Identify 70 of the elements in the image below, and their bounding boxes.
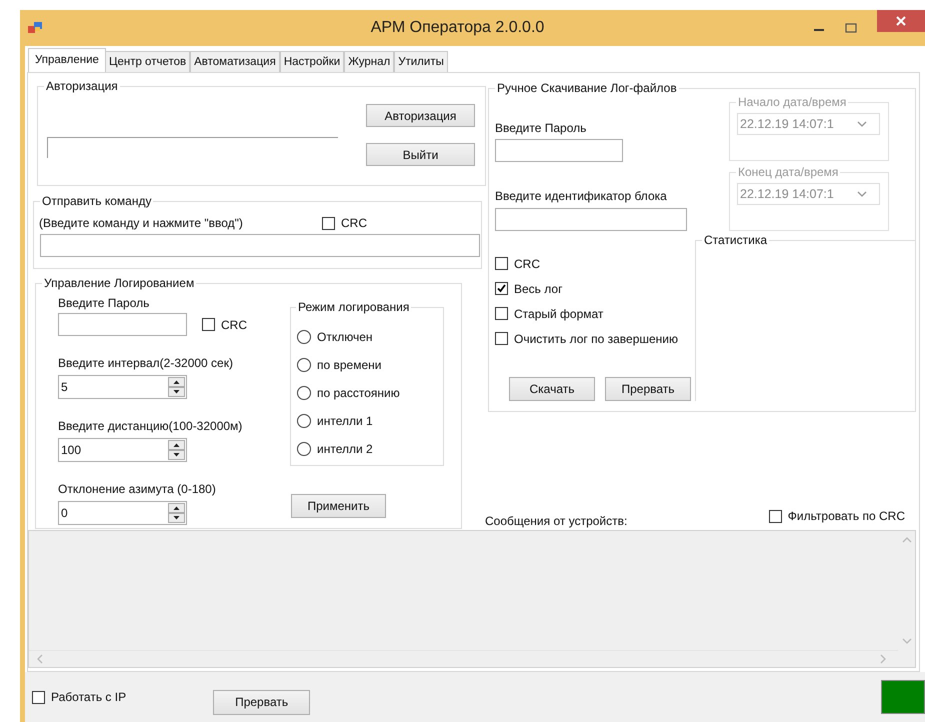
group-title: Авторизация <box>45 79 119 93</box>
number-field[interactable]: 5 <box>58 375 187 399</box>
radio-button[interactable] <box>297 358 311 372</box>
radio-button[interactable] <box>297 414 311 428</box>
field-label: Введите идентификатор блока <box>495 189 667 203</box>
password-field[interactable] <box>58 313 187 336</box>
window-title: АРМ Оператора 2.0.0.0 <box>370 19 546 37</box>
checkbox-label: CRC <box>341 216 367 230</box>
tab[interactable]: Журнал <box>344 51 394 72</box>
apply-button[interactable]: Применить <box>291 494 386 518</box>
checkbox-label: CRC <box>514 256 540 270</box>
checkbox-label: Работать с IP <box>51 690 126 704</box>
stop-button[interactable]: Прервать <box>213 690 310 714</box>
checkbox[interactable] <box>495 307 508 320</box>
command-field[interactable] <box>40 234 480 257</box>
checkbox-label: Весь лог <box>514 282 562 296</box>
radio-label: интелли 1 <box>317 414 373 428</box>
checkbox-label: CRC <box>221 318 247 332</box>
app-icon <box>28 22 42 34</box>
maximize-icon[interactable] <box>845 23 857 33</box>
number-field[interactable]: 0 <box>58 501 187 525</box>
spin-buttons-icon[interactable] <box>168 503 185 523</box>
radio-label: Отключен <box>317 330 373 344</box>
field-label: Отклонение азимута (0-180) <box>58 482 216 496</box>
checkbox[interactable] <box>495 332 508 345</box>
checkbox-label: Очистить лог по завершению <box>514 332 678 346</box>
close-icon <box>896 16 906 26</box>
tab[interactable]: Автоматизация <box>190 51 280 72</box>
tab[interactable]: Центр отчетов <box>104 51 190 72</box>
group-title: Статистика <box>703 233 768 247</box>
close-button[interactable] <box>877 10 925 32</box>
tab[interactable]: Управление <box>28 48 106 72</box>
radio-label: интелли 2 <box>317 442 373 456</box>
group-title: Режим логирования <box>297 300 410 314</box>
field-label: Введите интервал(2-32000 сек) <box>58 356 233 370</box>
spin-buttons-icon[interactable] <box>168 377 185 397</box>
field-label: Введите дистанцию(100-32000м) <box>58 419 242 433</box>
number-field[interactable]: 100 <box>58 438 187 462</box>
field-label: Введите Пароль <box>495 121 586 135</box>
button[interactable]: Выйти <box>366 143 475 166</box>
tab[interactable]: Утилиты <box>394 51 448 72</box>
checkbox-label: Старый формат <box>514 306 604 320</box>
group-title: Отправить команду <box>41 194 152 208</box>
messages-label: Сообщения от устройств: <box>485 514 628 528</box>
group-title: Конец дата/время <box>737 165 840 179</box>
button[interactable]: Прервать <box>605 377 691 401</box>
radio-button[interactable] <box>297 442 311 456</box>
radio-button[interactable] <box>297 330 311 344</box>
tab[interactable]: Настройки <box>280 51 344 72</box>
checkbox[interactable] <box>202 318 215 331</box>
spin-buttons-icon[interactable] <box>168 440 185 460</box>
radio-label: по расстоянию <box>317 386 400 400</box>
checkbox[interactable] <box>768 510 782 522</box>
hint-text: (Введите команду и нажмите "ввод") <box>39 216 244 230</box>
input-field[interactable] <box>47 137 338 158</box>
checkbox[interactable] <box>495 282 508 295</box>
checkbox[interactable] <box>495 257 508 270</box>
checkbox[interactable] <box>322 216 335 230</box>
checkbox[interactable] <box>32 690 45 704</box>
group-title: Управление Логированием <box>43 276 196 290</box>
block-id-field[interactable] <box>495 208 687 231</box>
field-label: Введите Пароль <box>58 296 150 310</box>
checkbox-label: Фильтровать по CRC <box>788 509 905 523</box>
group-title: Начало дата/время <box>737 95 848 109</box>
password-field[interactable] <box>495 139 623 162</box>
button[interactable]: Скачать <box>509 377 595 401</box>
radio-button[interactable] <box>297 386 311 400</box>
group-title: Ручное Скачивание Лог-файлов <box>496 81 678 95</box>
button[interactable]: Авторизация <box>366 104 475 127</box>
radio-label: по времени <box>317 358 382 372</box>
